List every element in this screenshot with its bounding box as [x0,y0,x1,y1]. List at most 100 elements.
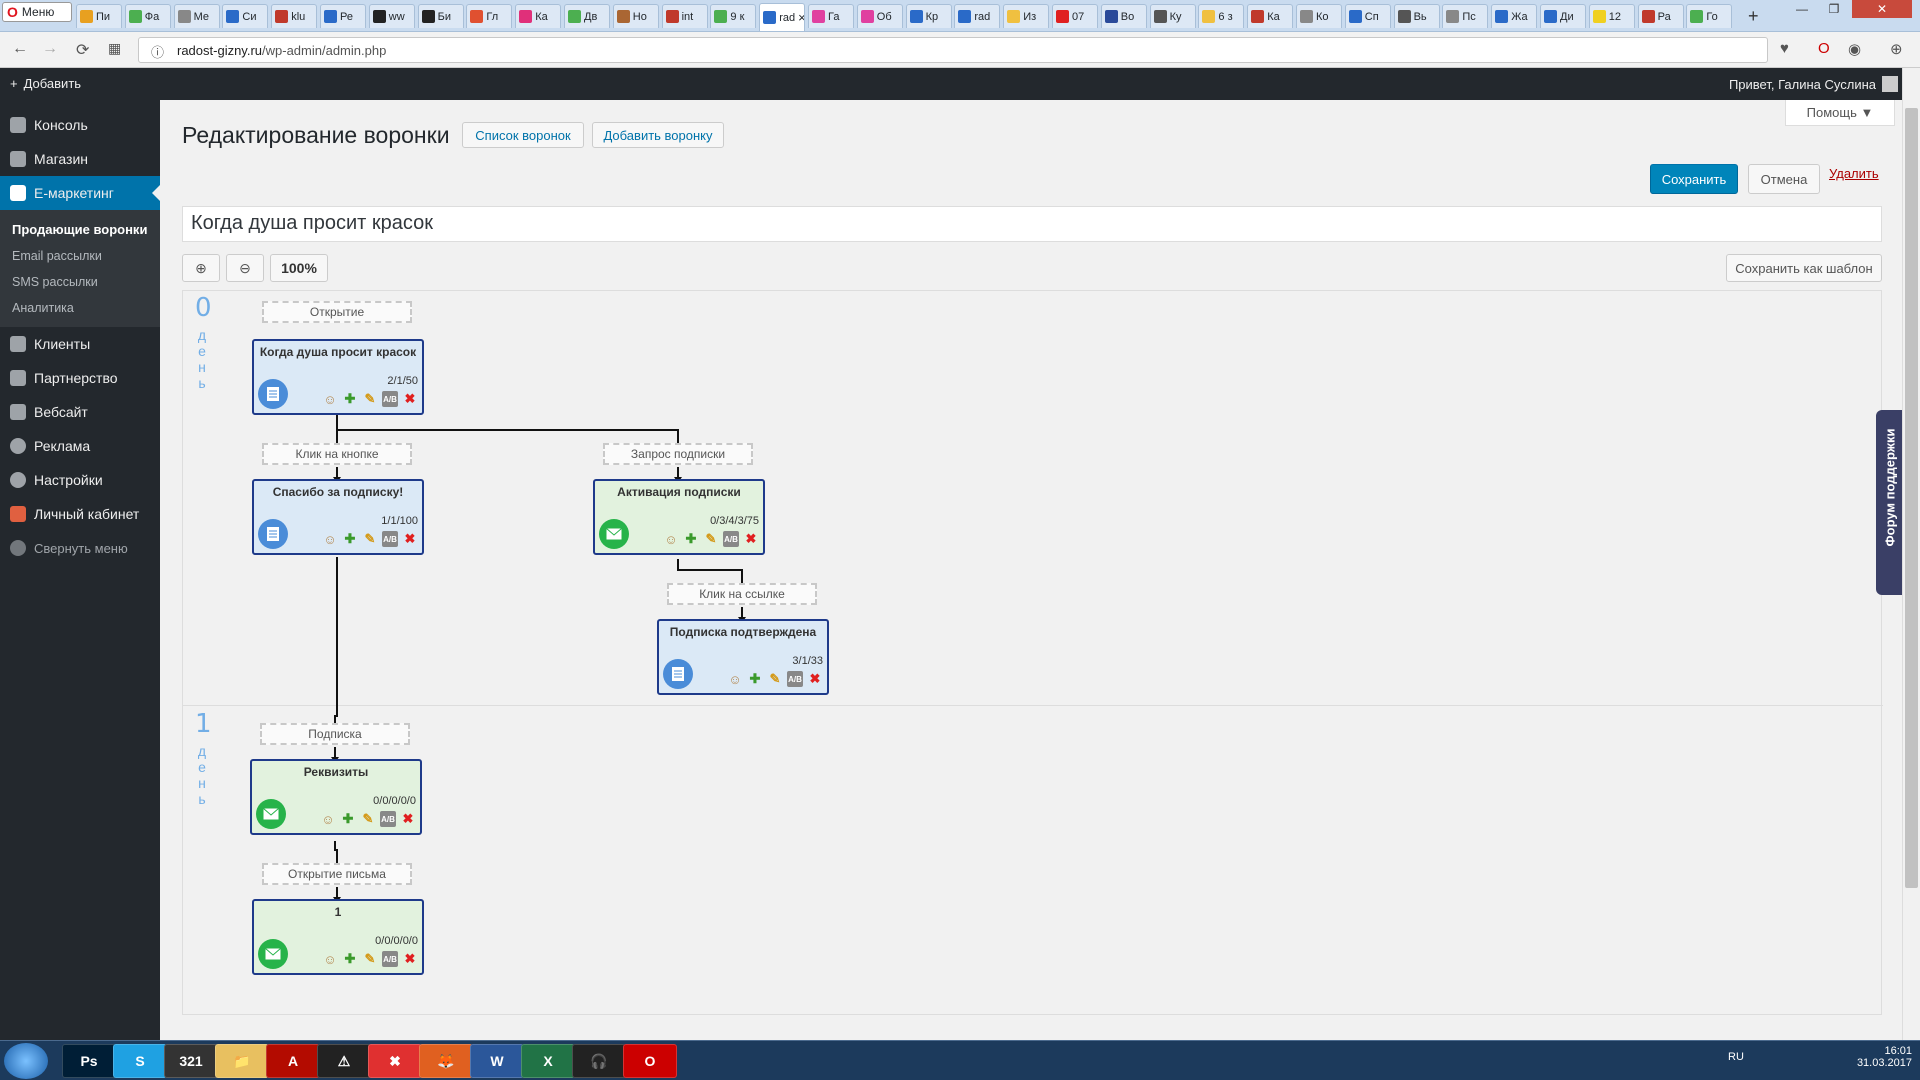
event-open[interactable]: Открытие [262,301,412,323]
browser-tab[interactable]: rad × [759,3,806,31]
browser-tab[interactable]: Би [417,4,464,28]
add-icon[interactable]: ✚ [342,531,358,547]
submenu-sales-funnels[interactable]: Продающие воронки [0,216,160,243]
browser-tab[interactable]: Об [856,4,903,28]
browser-tab[interactable]: 07 [1052,4,1098,28]
restore-button[interactable]: ❐ [1818,0,1850,18]
user-icon[interactable]: ☺ [727,671,743,687]
browser-tab[interactable]: 12 [1588,4,1635,28]
browser-tab[interactable]: Гл [466,4,513,28]
taskbar-app[interactable]: Ps [62,1044,116,1078]
event-link-click[interactable]: Клик на ссылке [667,583,817,605]
sidebar-item-emarketing[interactable]: Е-маркетинг [0,176,160,210]
system-clock[interactable]: 16:01 31.03.2017 [1857,1045,1912,1069]
ab-test-icon[interactable]: A/B [723,531,739,547]
submenu-email[interactable]: Email рассылки [0,243,160,269]
delete-icon[interactable]: ✖ [402,531,418,547]
browser-tab[interactable]: Ра [1637,4,1684,28]
browser-tab[interactable]: Ре [320,4,366,28]
edit-icon[interactable]: ✎ [362,951,378,967]
download-icon[interactable]: ⊕ [1890,40,1903,58]
edit-icon[interactable]: ✎ [767,671,783,687]
add-funnel-button[interactable]: Добавить воронку [592,122,724,148]
delete-icon[interactable]: ✖ [400,811,416,827]
funnel-node-page[interactable]: Спасибо за подписку! 1/1/100 ☺ ✚ ✎ A/B ✖ [252,479,424,555]
minimize-button[interactable]: — [1786,0,1818,18]
browser-tab[interactable]: Го [1686,4,1733,28]
collapse-menu-button[interactable]: Свернуть меню [0,531,160,565]
user-icon[interactable]: ☺ [322,531,338,547]
ab-test-icon[interactable]: A/B [380,811,396,827]
add-new-menu[interactable]: + Добавить [10,76,81,91]
browser-tab[interactable]: Жа [1491,4,1538,28]
opera-menu-button[interactable]: O Меню [2,2,72,22]
support-forum-tab[interactable]: Форум поддержки [1876,410,1902,595]
heart-icon[interactable]: ♥ [1780,40,1789,57]
zoom-in-button[interactable]: ⊕ [182,254,220,282]
taskbar-app[interactable]: ✖ [368,1044,422,1078]
browser-tab[interactable]: Ку [1149,4,1196,28]
submenu-analytics[interactable]: Аналитика [0,295,160,321]
delete-icon[interactable]: ✖ [402,951,418,967]
browser-tab[interactable]: Пи [76,4,122,28]
add-icon[interactable]: ✚ [340,811,356,827]
speed-dial-icon[interactable]: ▦ [108,40,121,57]
event-subscription-request[interactable]: Запрос подписки [603,443,753,465]
browser-tab[interactable]: Вь [1393,4,1440,28]
browser-tab[interactable]: int [661,4,708,28]
new-tab-button[interactable]: + [1748,6,1759,27]
taskbar-app[interactable]: ⚠ [317,1044,371,1078]
browser-tab[interactable]: Кр [905,4,952,28]
browser-tab[interactable]: klu [271,4,318,28]
event-button-click[interactable]: Клик на кнопке [262,443,412,465]
browser-tab[interactable]: Дв [564,4,610,28]
sidebar-item-shop[interactable]: Магазин [0,142,160,176]
browser-tab[interactable]: Пс [1442,4,1489,28]
page-scrollbar[interactable] [1902,68,1920,1040]
add-icon[interactable]: ✚ [342,951,358,967]
taskbar-app[interactable]: 📁 [215,1044,269,1078]
sidebar-item-clients[interactable]: Клиенты [0,327,160,361]
ab-test-icon[interactable]: A/B [382,391,398,407]
browser-tab[interactable]: Но [612,4,659,28]
save-as-template-button[interactable]: Сохранить как шаблон [1726,254,1882,282]
sidebar-item-partnership[interactable]: Партнерство [0,361,160,395]
funnel-node-page[interactable]: Подписка подтверждена 3/1/33 ☺ ✚ ✎ A/B ✖ [657,619,829,695]
browser-tab[interactable]: rad [954,4,1001,28]
browser-tab[interactable]: Ка [515,4,562,28]
back-icon[interactable]: ← [12,40,28,58]
sidebar-item-settings[interactable]: Настройки [0,463,160,497]
cancel-button[interactable]: Отмена [1748,164,1820,194]
taskbar-app[interactable]: X [521,1044,575,1078]
zoom-out-button[interactable]: ⊖ [226,254,264,282]
delete-icon[interactable]: ✖ [743,531,759,547]
edit-icon[interactable]: ✎ [362,391,378,407]
add-icon[interactable]: ✚ [683,531,699,547]
url-input[interactable]: ⓘ radost-gizny.ru/wp-admin/admin.php [138,37,1768,63]
browser-tab[interactable]: Из [1003,4,1050,28]
save-button[interactable]: Сохранить [1650,164,1738,194]
taskbar-app[interactable]: A [266,1044,320,1078]
taskbar-app[interactable]: W [470,1044,524,1078]
browser-tab[interactable]: Ди [1540,4,1586,28]
browser-tab[interactable]: Фа [124,4,171,28]
browser-tab[interactable]: ww [368,4,415,28]
browser-tab[interactable]: Га [808,4,854,28]
funnel-node-email[interactable]: 1 0/0/0/0/0 ☺ ✚ ✎ A/B ✖ [252,899,424,975]
sidebar-item-ads[interactable]: Реклама [0,429,160,463]
delete-icon[interactable]: ✖ [402,391,418,407]
sidebar-item-website[interactable]: Вебсайт [0,395,160,429]
browser-tab[interactable]: Ко [1296,4,1342,28]
zoom-level[interactable]: 100% [270,254,328,282]
browser-tab[interactable]: Сп [1344,4,1391,28]
taskbar-app[interactable]: O [623,1044,677,1078]
browser-tab[interactable]: 6 з [1198,4,1245,28]
reload-icon[interactable]: ⟳ [76,40,89,60]
funnel-list-button[interactable]: Список воронок [462,122,584,148]
taskbar-app[interactable]: S [113,1044,167,1078]
browser-tab[interactable]: 9 к [710,4,757,28]
user-icon[interactable]: ☺ [320,811,336,827]
funnel-node-email[interactable]: Реквизиты 0/0/0/0/0 ☺ ✚ ✎ A/B ✖ [250,759,422,835]
site-info-icon[interactable]: ⓘ [151,42,164,61]
close-window-button[interactable]: ✕ [1852,0,1912,18]
